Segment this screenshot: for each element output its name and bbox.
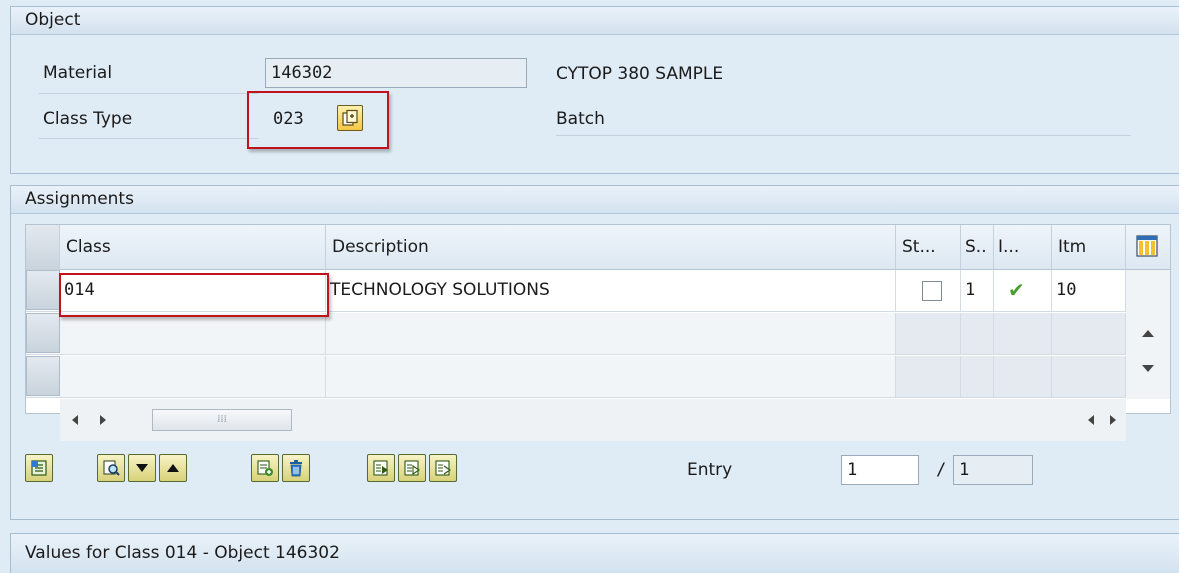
cell-description: TECHNOLOGY SOLUTIONS bbox=[326, 270, 896, 311]
object-group: Object Material 146302 CYTOP 380 SAMPLE … bbox=[10, 6, 1179, 174]
column-header-status[interactable]: St... bbox=[896, 225, 961, 270]
column-header-s[interactable]: S.. bbox=[961, 225, 994, 270]
scroll-thumb[interactable]: ⁞⁞⁞ bbox=[152, 409, 292, 431]
vertical-scrollbar[interactable] bbox=[1126, 270, 1170, 399]
column-header-description[interactable]: Description bbox=[326, 225, 896, 270]
column-header-class[interactable]: Class bbox=[60, 225, 326, 270]
cell-status bbox=[896, 356, 961, 397]
cell-s: 1 bbox=[961, 270, 994, 311]
scroll-right-icon[interactable] bbox=[98, 414, 108, 426]
select-all-icon bbox=[373, 460, 388, 476]
cell-s bbox=[961, 356, 994, 397]
assignments-table: Class Description St... S.. I... Itm 014… bbox=[25, 224, 1171, 441]
assignments-group: Assignments Class Description St... S.. … bbox=[10, 185, 1179, 520]
class-type-desc-underline bbox=[556, 135, 1131, 136]
sort-descending-button[interactable] bbox=[128, 454, 156, 482]
cell-i bbox=[994, 356, 1052, 397]
search-icon bbox=[103, 460, 120, 476]
class-type-label-underline bbox=[39, 138, 259, 139]
table-row[interactable] bbox=[26, 313, 1126, 355]
class-type-value-help-button[interactable] bbox=[337, 105, 363, 131]
select-all-button[interactable] bbox=[367, 454, 395, 482]
copy-document-icon bbox=[342, 109, 358, 126]
insert-row-icon bbox=[257, 460, 273, 476]
values-group-title: Values for Class 014 - Object 146302 bbox=[11, 534, 1179, 573]
material-label: Material bbox=[43, 63, 113, 83]
material-label-underline bbox=[39, 93, 259, 94]
cell-description bbox=[326, 313, 896, 354]
table-header: Class Description St... S.. I... Itm bbox=[26, 225, 1170, 270]
object-group-title: Object bbox=[11, 7, 1179, 35]
values-group: Values for Class 014 - Object 146302 bbox=[10, 533, 1179, 573]
table-settings-button[interactable] bbox=[1126, 225, 1170, 270]
details-icon bbox=[31, 460, 47, 476]
scroll-left-icon-right[interactable] bbox=[1086, 414, 1096, 426]
class-type-highlight bbox=[247, 91, 389, 149]
entry-separator: / bbox=[936, 460, 947, 480]
select-block-button[interactable] bbox=[398, 454, 426, 482]
column-layout-icon bbox=[1136, 235, 1158, 257]
scroll-right-icon-right[interactable] bbox=[1108, 414, 1118, 426]
check-icon: ✔ bbox=[994, 270, 1052, 311]
row-selector[interactable] bbox=[26, 356, 60, 396]
scroll-left-icon[interactable] bbox=[70, 414, 80, 426]
class-type-label: Class Type bbox=[43, 109, 133, 129]
cell-class[interactable] bbox=[60, 313, 326, 354]
sort-ascending-button[interactable] bbox=[159, 454, 187, 482]
scroll-up-icon[interactable] bbox=[1141, 328, 1155, 338]
material-field[interactable]: 146302 bbox=[265, 58, 527, 88]
cell-class[interactable]: 014 bbox=[60, 270, 326, 311]
table-row[interactable] bbox=[26, 356, 1126, 398]
cell-status bbox=[896, 313, 961, 354]
cell-description bbox=[326, 356, 896, 397]
cell-class[interactable] bbox=[60, 356, 326, 397]
cell-s bbox=[961, 313, 994, 354]
material-description: CYTOP 380 SAMPLE bbox=[556, 64, 724, 84]
horizontal-scrollbar[interactable]: ⁞⁞⁞ bbox=[60, 399, 1126, 441]
select-block-icon bbox=[404, 460, 420, 476]
class-type-description: Batch bbox=[556, 109, 605, 129]
cell-i bbox=[994, 313, 1052, 354]
cell-itm[interactable]: 10 bbox=[1052, 270, 1126, 311]
cell-status bbox=[896, 270, 961, 311]
cell-itm[interactable] bbox=[1052, 313, 1126, 354]
delete-row-button[interactable] bbox=[282, 454, 310, 482]
assignments-group-title: Assignments bbox=[11, 186, 1179, 214]
arrow-down-icon bbox=[136, 464, 148, 472]
entry-label: Entry bbox=[687, 460, 733, 480]
select-all-header[interactable] bbox=[26, 225, 60, 270]
deselect-all-icon bbox=[435, 460, 451, 476]
details-button[interactable] bbox=[25, 454, 53, 482]
scroll-down-icon[interactable] bbox=[1141, 364, 1155, 374]
cell-itm[interactable] bbox=[1052, 356, 1126, 397]
column-header-itm[interactable]: Itm bbox=[1052, 225, 1126, 270]
status-checkbox[interactable] bbox=[922, 281, 942, 301]
column-header-i[interactable]: I... bbox=[994, 225, 1052, 270]
entry-field[interactable]: 1 bbox=[841, 455, 919, 485]
find-button[interactable] bbox=[97, 454, 125, 482]
trash-icon bbox=[290, 460, 302, 477]
table-row[interactable]: 014 TECHNOLOGY SOLUTIONS 1 ✔ 10 bbox=[26, 270, 1126, 312]
deselect-all-button[interactable] bbox=[429, 454, 457, 482]
class-type-field[interactable]: 023 bbox=[273, 109, 304, 129]
entry-total-field: 1 bbox=[953, 455, 1033, 485]
arrow-up-icon bbox=[167, 464, 179, 472]
row-selector[interactable] bbox=[26, 270, 60, 310]
row-selector[interactable] bbox=[26, 313, 60, 353]
insert-row-button[interactable] bbox=[251, 454, 279, 482]
